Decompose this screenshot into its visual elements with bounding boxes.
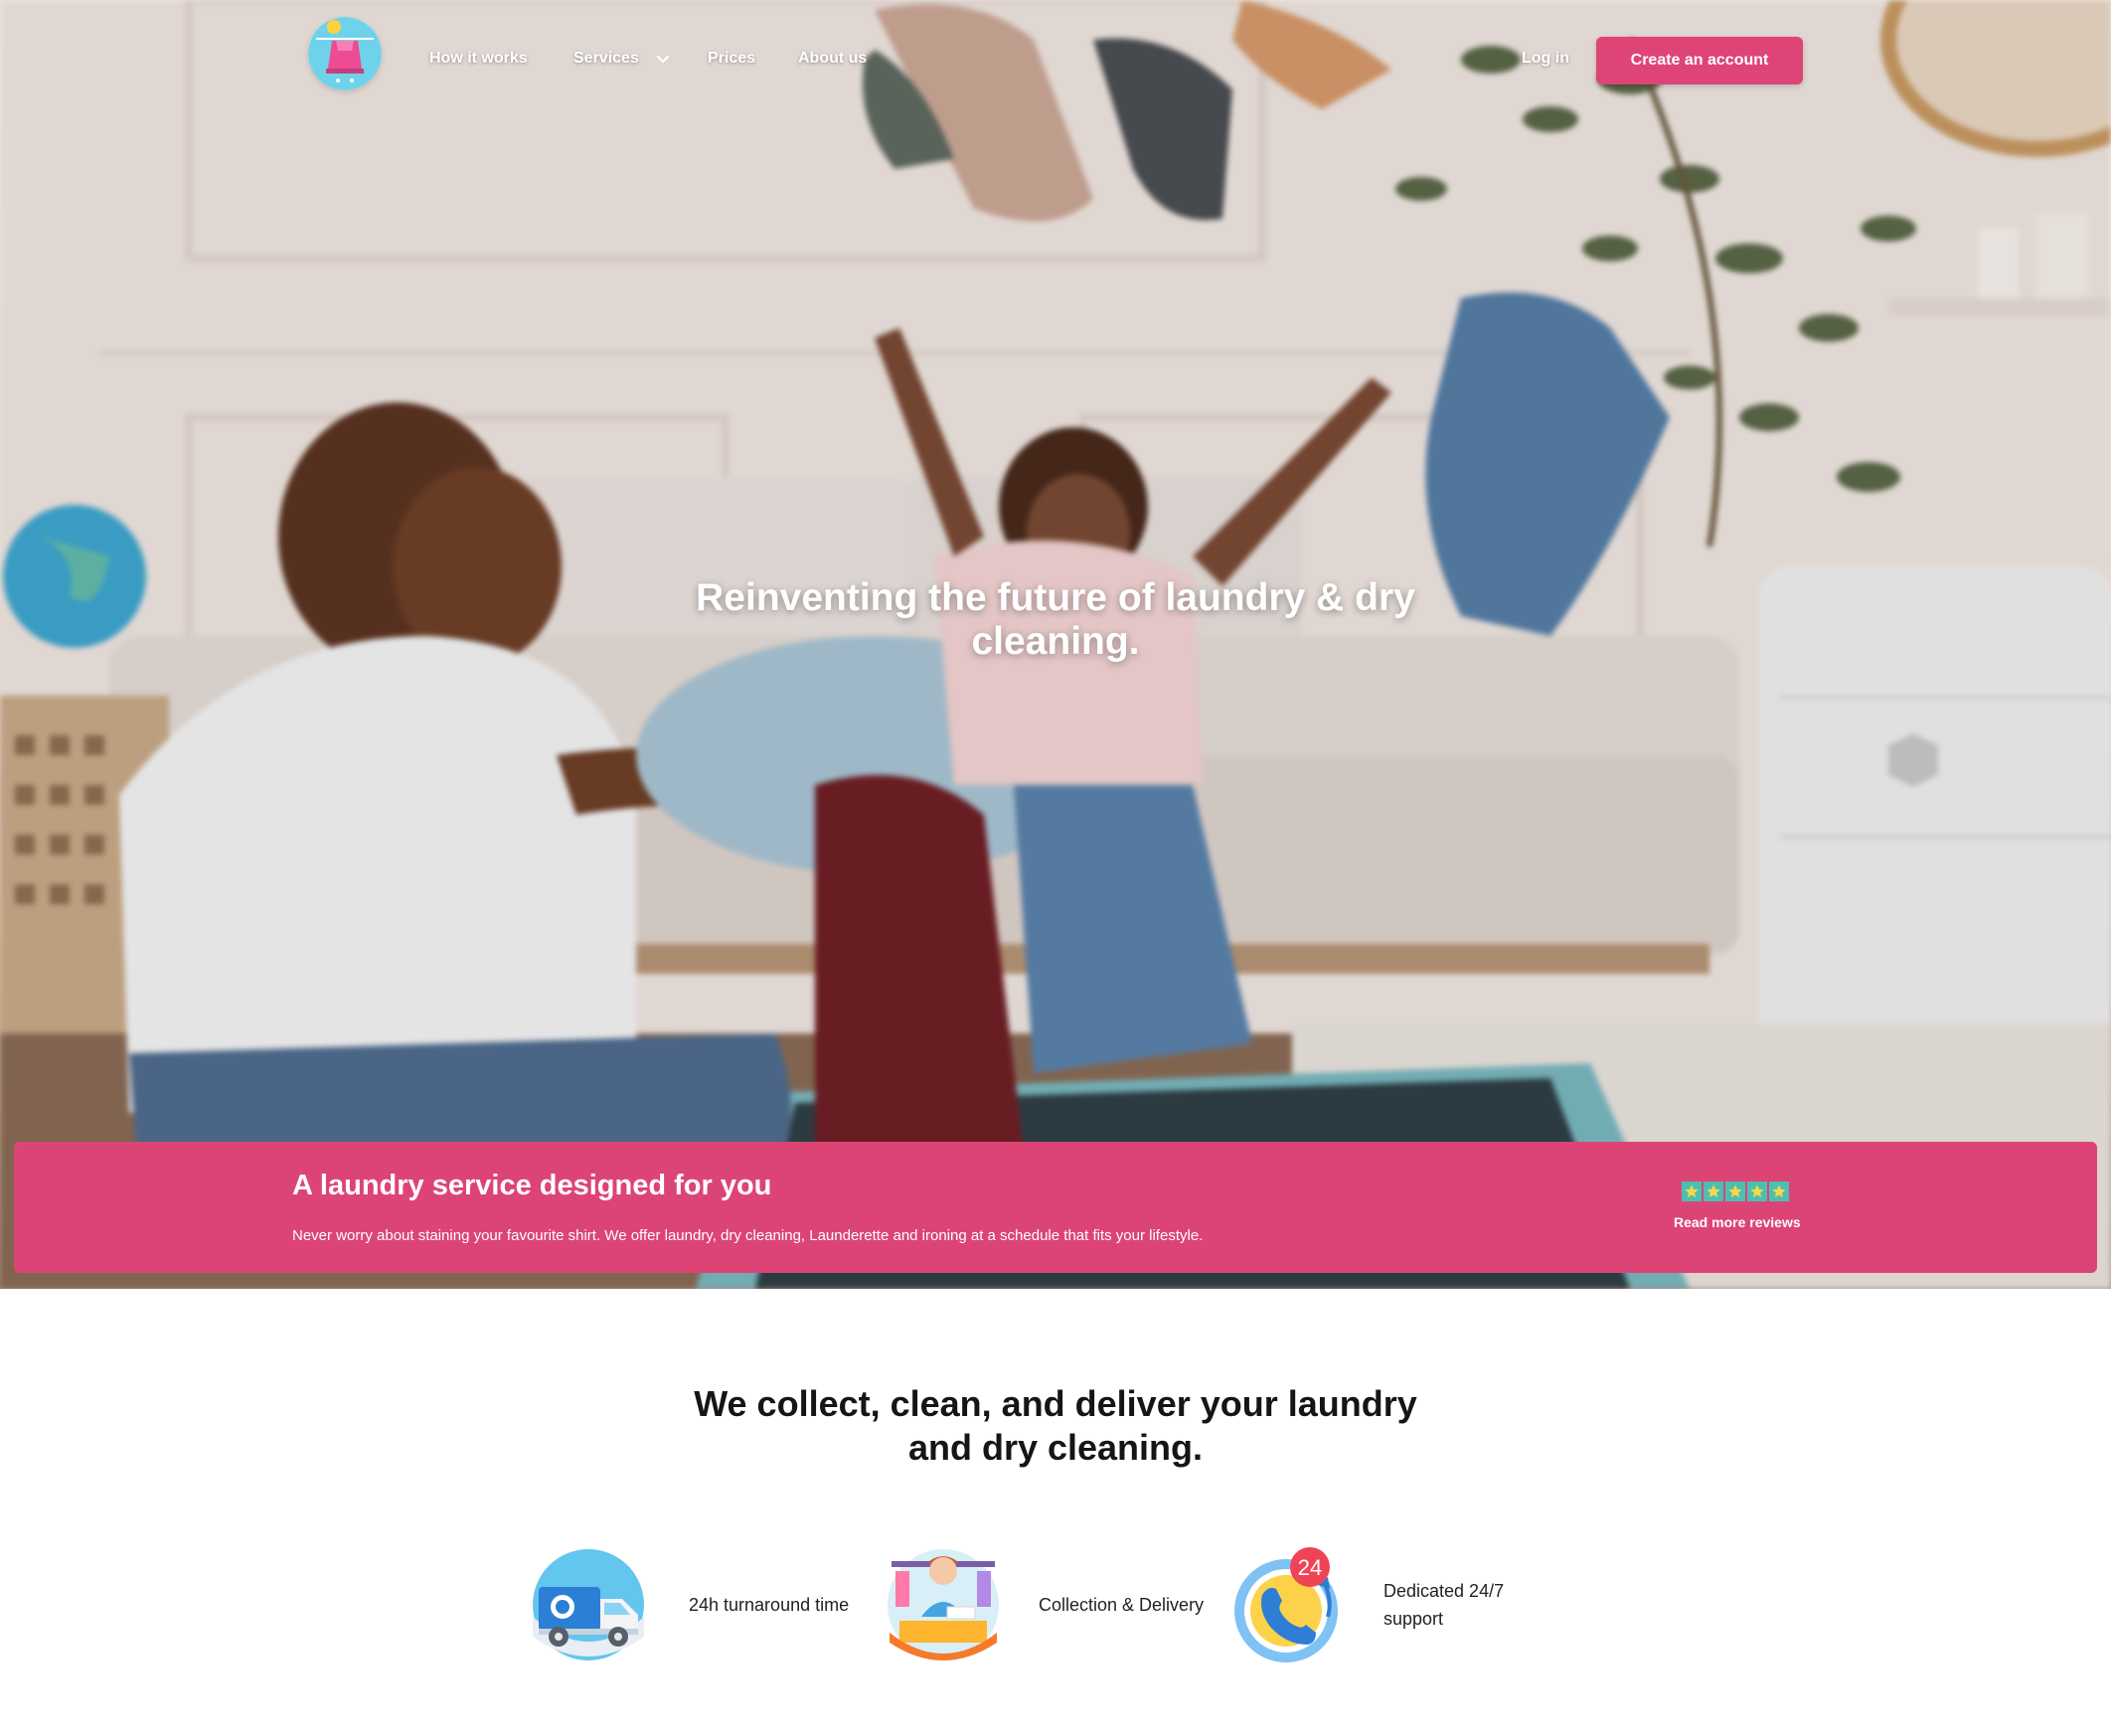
- banner-description: Never worry about staining your favourit…: [292, 1227, 1204, 1244]
- delivery-van-icon: [533, 1549, 644, 1660]
- laundry-attendant-icon: [888, 1549, 999, 1660]
- nav-about-us[interactable]: About us: [798, 50, 867, 68]
- banner-title: A laundry service designed for you: [292, 1170, 772, 1201]
- promo-banner: [14, 1142, 2097, 1273]
- hero-section: How it works Services Prices About us Lo…: [0, 0, 2111, 1289]
- star-icon: [1725, 1182, 1745, 1201]
- section-title: We collect, clean, and deliver your laun…: [694, 1383, 1417, 1468]
- top-nav: How it works Services Prices About us Lo…: [0, 0, 2111, 119]
- hero-title: Reinventing the future of laundry & dry …: [696, 576, 1415, 663]
- chevron-down-icon[interactable]: [655, 52, 671, 68]
- nav-services[interactable]: Services: [573, 50, 639, 68]
- dress-logo-icon: [308, 17, 382, 90]
- nav-prices[interactable]: Prices: [708, 50, 755, 68]
- support-badge-number: 24: [1298, 1555, 1322, 1580]
- rating-stars: [1682, 1182, 1789, 1201]
- feature-label-support: Dedicated 24/7 support: [1383, 1581, 1505, 1629]
- feature-label-turnaround: 24h turnaround time: [689, 1595, 850, 1615]
- read-reviews-link[interactable]: Read more reviews: [1674, 1214, 1801, 1230]
- star-icon: [1747, 1182, 1767, 1201]
- feature-label-collection: Collection & Delivery: [1039, 1595, 1205, 1615]
- phone-support-24-icon: 24: [1234, 1547, 1338, 1662]
- create-account-button[interactable]: Create an account: [1596, 37, 1803, 84]
- brand-logo[interactable]: [308, 17, 382, 90]
- login-link[interactable]: Log in: [1522, 50, 1569, 68]
- star-icon: [1704, 1182, 1723, 1201]
- star-icon: [1769, 1182, 1789, 1201]
- nav-how-it-works[interactable]: How it works: [429, 50, 528, 68]
- star-icon: [1682, 1182, 1702, 1201]
